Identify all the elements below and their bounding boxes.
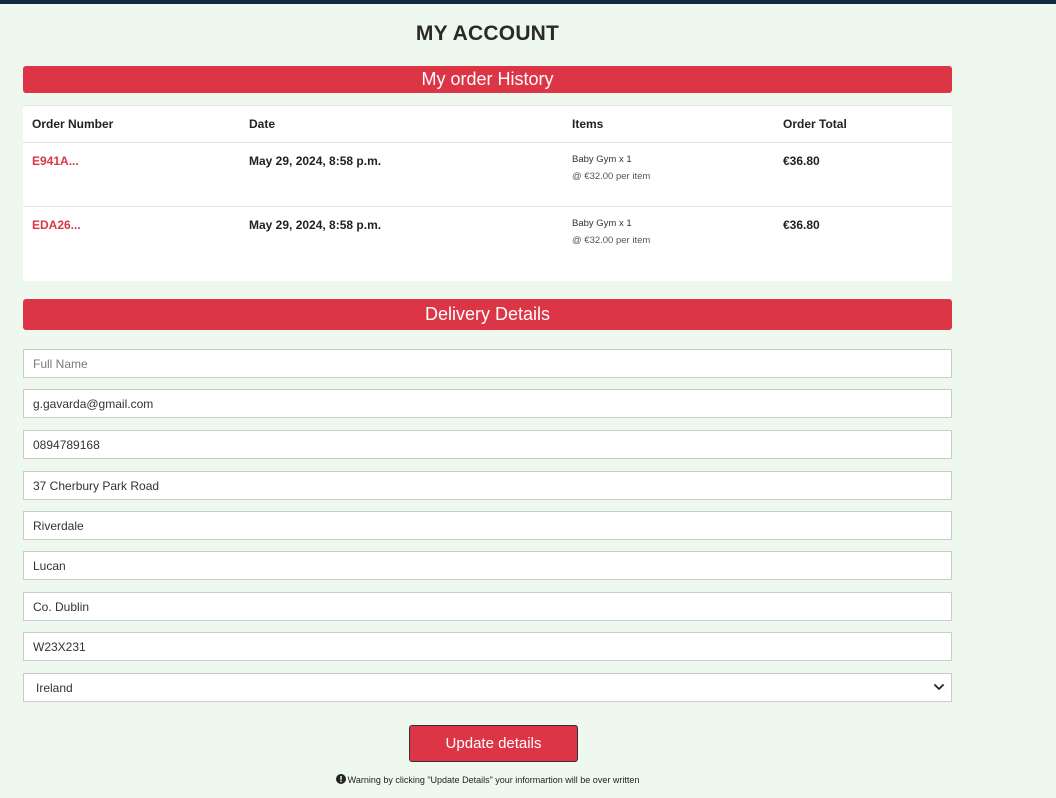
order-total: €36.80 xyxy=(774,142,952,207)
order-number-link[interactable]: EDA26... xyxy=(32,218,81,232)
phone-number-input[interactable] xyxy=(23,430,952,459)
table-row: EDA26... May 29, 2024, 8:58 p.m. Baby Gy… xyxy=(23,207,952,275)
order-history-table: Order Number Date Items Order Total E941… xyxy=(23,105,952,274)
column-header-items: Items xyxy=(563,105,774,143)
county-input[interactable] xyxy=(23,592,952,621)
order-date: May 29, 2024, 8:58 p.m. xyxy=(240,142,563,207)
overwrite-warning: Warning by clicking "Update Details" you… xyxy=(23,774,952,785)
column-header-date: Date xyxy=(240,105,563,143)
item-price: @ €32.00 per item xyxy=(572,171,651,182)
item-name: Baby Gym x 1 xyxy=(572,154,632,165)
page-title: MY ACCOUNT xyxy=(415,22,560,45)
street-address-1-input[interactable] xyxy=(23,471,952,500)
town-city-input[interactable] xyxy=(23,551,952,580)
table-row: E941A... May 29, 2024, 8:58 p.m. Baby Gy… xyxy=(23,142,952,207)
order-total: €36.80 xyxy=(783,218,820,232)
order-items-cell: Baby Gym x 1 @ €32.00 per item xyxy=(563,207,774,275)
country-select-wrapper: Ireland xyxy=(23,673,952,702)
country-select[interactable]: Ireland xyxy=(23,673,952,702)
order-number-link[interactable]: E941A... xyxy=(32,154,79,168)
order-date: May 29, 2024, 8:58 p.m. xyxy=(249,218,382,232)
column-header-order-number: Order Number xyxy=(23,105,240,143)
order-history-header: My order History xyxy=(23,66,952,93)
top-navigation-bar xyxy=(0,0,1056,4)
order-number-cell: E941A... xyxy=(23,142,240,207)
update-details-button[interactable]: Update details xyxy=(409,725,578,762)
warning-text: Warning by clicking "Update Details" you… xyxy=(347,775,640,785)
item-name: Baby Gym x 1 xyxy=(572,218,632,229)
postcode-input[interactable] xyxy=(23,632,952,661)
email-input[interactable] xyxy=(23,389,952,418)
item-price: @ €32.00 per item xyxy=(572,235,651,246)
column-header-order-total: Order Total xyxy=(774,105,952,143)
delivery-details-header: Delivery Details xyxy=(23,299,952,330)
order-items-cell: Baby Gym x 1 @ €32.00 per item xyxy=(563,142,774,207)
table-header-row: Order Number Date Items Order Total xyxy=(23,105,952,143)
exclamation-circle-icon xyxy=(335,774,346,784)
full-name-input[interactable] xyxy=(23,349,952,378)
order-number-cell: EDA26... xyxy=(23,207,240,275)
street-address-2-input[interactable] xyxy=(23,511,952,540)
order-history-table-container: Order Number Date Items Order Total E941… xyxy=(23,105,952,281)
